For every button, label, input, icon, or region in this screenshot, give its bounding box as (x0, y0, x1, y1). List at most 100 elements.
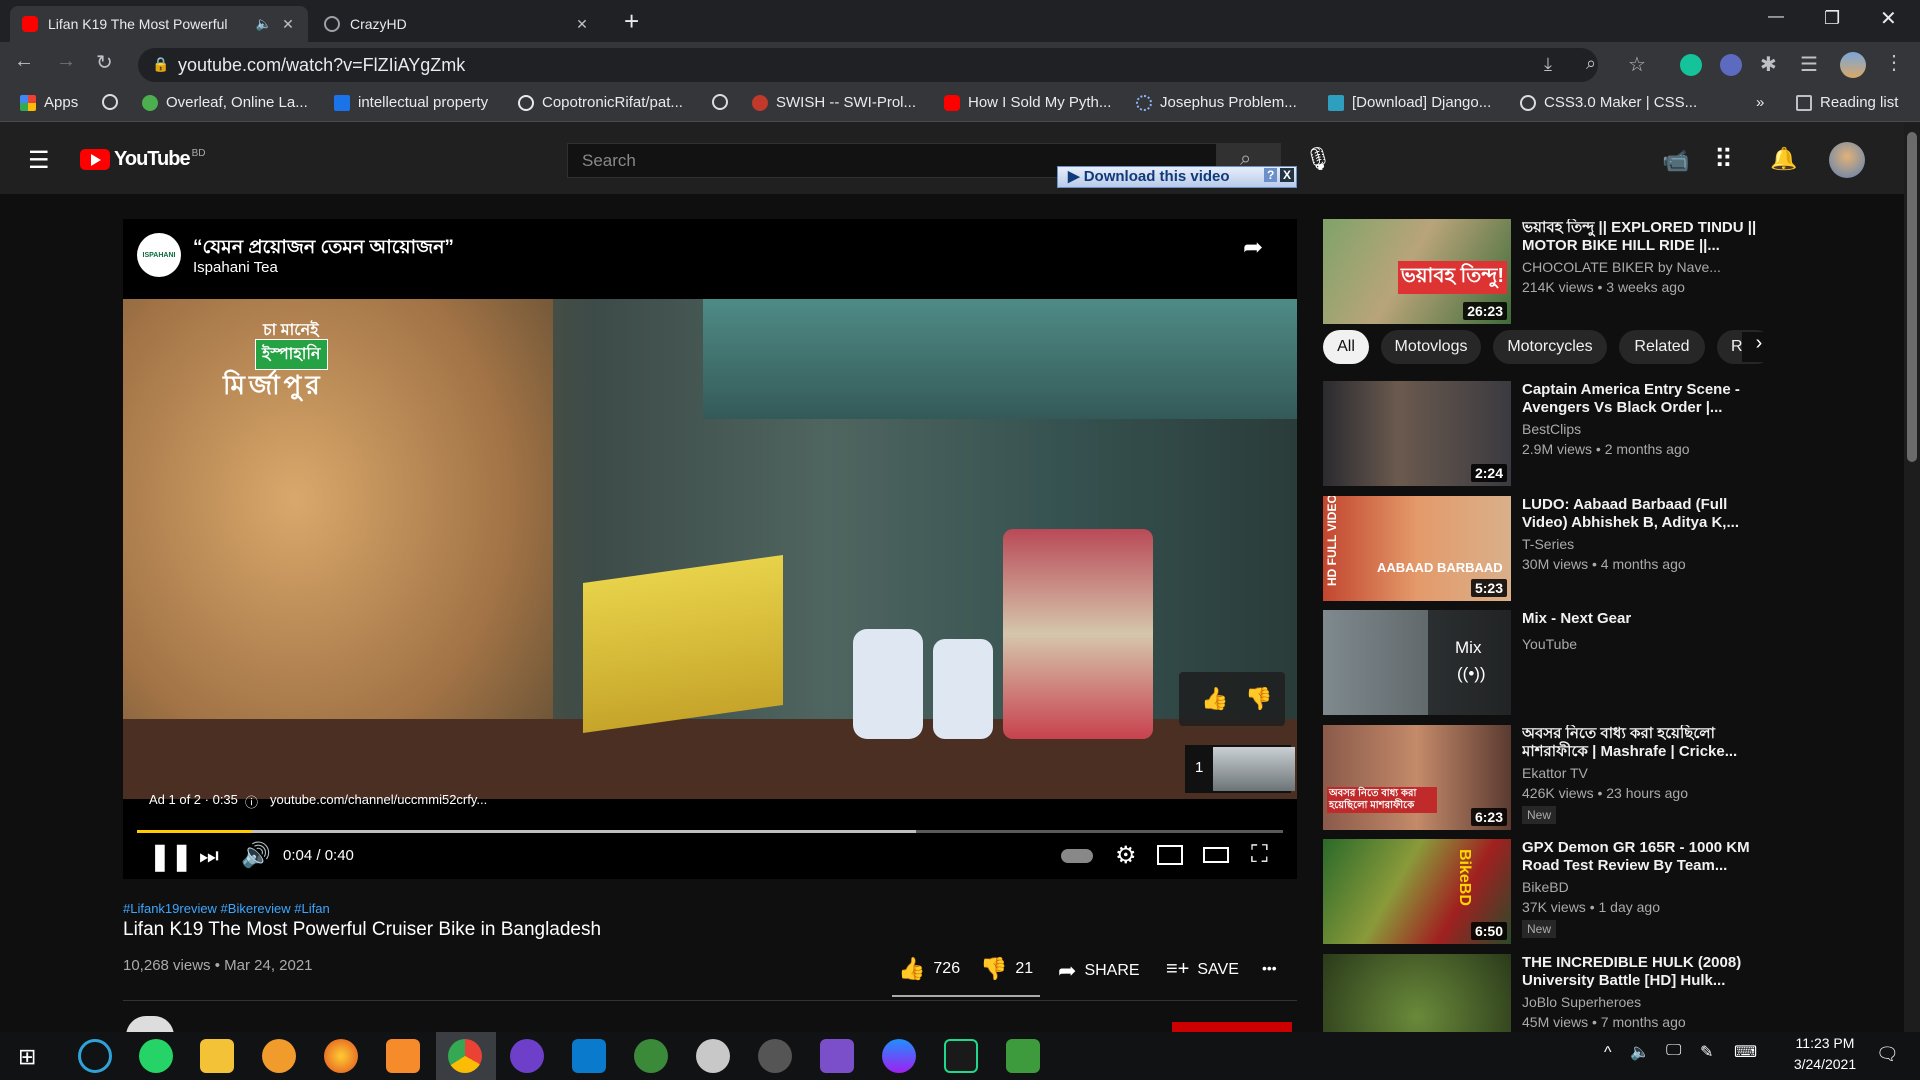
bookmark-josephus[interactable]: Josephus Problem... (1136, 94, 1297, 111)
recommendation-item[interactable]: HD FULL VIDEO AABAAD BARBAAD 5:23 LUDO: … (1323, 496, 1763, 604)
address-bar[interactable]: 🔒 youtube.com/watch?v=FlZIiAYgZmk ⤓ ⌕ ☆ (138, 48, 1646, 82)
minimize-button[interactable]: — (1768, 8, 1784, 26)
network-tray-icon[interactable]: 🖵 (1666, 1042, 1681, 1060)
close-tab-icon[interactable]: ✕ (574, 16, 590, 33)
bookmark-css-maker[interactable]: CSS3.0 Maker | CSS... (1520, 94, 1697, 111)
bookmark-intellectual-property[interactable]: intellectual property (334, 94, 488, 111)
download-video-bar[interactable]: ▶ Download this video ? X (1057, 166, 1297, 188)
fullscreen-icon[interactable]: ⛶ (1251, 841, 1268, 869)
chrome-menu-icon[interactable]: ⋮ (1884, 50, 1904, 75)
firefox-icon[interactable] (324, 1039, 358, 1073)
recommendation-item[interactable]: ভয়াবহ তিন্দু! 26:23 ভয়াবহ তিন্দু || EX… (1323, 219, 1763, 327)
download-help-button[interactable]: ? (1264, 168, 1278, 182)
file-explorer-icon[interactable] (200, 1039, 234, 1073)
chip-motovlogs[interactable]: Motovlogs (1381, 330, 1481, 364)
pycharm-icon[interactable] (944, 1039, 978, 1073)
zoom-icon[interactable]: ⌕ (1586, 53, 1596, 74)
extension-icon[interactable] (1720, 54, 1742, 76)
ad-channel-logo[interactable]: ISPAHANI (137, 233, 181, 277)
recommendation-item[interactable]: অবসর নিতে বাধ্য করা হয়েছিলো মাশরাফীকে 6… (1323, 725, 1763, 833)
youtube-logo[interactable]: YouTube BD (80, 148, 205, 171)
recommendation-item[interactable]: BikeBD 6:50 GPX Demon GR 165R - 1000 KM … (1323, 839, 1763, 947)
pen-tray-icon[interactable]: ✎ (1700, 1042, 1713, 1062)
visual-studio-icon[interactable] (820, 1039, 854, 1073)
tab-crazyhd[interactable]: CrazyHD ✕ (312, 6, 602, 42)
reading-list-button[interactable]: Reading list (1796, 94, 1898, 111)
app-icon[interactable] (634, 1039, 668, 1073)
video-frame[interactable]: চা মানেই ইস্পাহানি মির্জাপুর (123, 299, 1297, 799)
bookmark-django[interactable]: [Download] Django... (1328, 94, 1491, 111)
windows-start-icon[interactable]: ⊞ (18, 1044, 36, 1070)
close-tab-icon[interactable]: ✕ (280, 16, 296, 33)
search-app-icon[interactable] (78, 1039, 112, 1073)
recommendation-item[interactable]: THE INCREDIBLE HULK (2008) University Ba… (1323, 954, 1763, 1032)
create-video-icon[interactable]: 📹 (1662, 148, 1689, 174)
profile-avatar[interactable] (1840, 52, 1866, 78)
app-icon[interactable] (696, 1039, 730, 1073)
pause-icon[interactable]: ❚❚ (149, 841, 193, 872)
vscode-icon[interactable] (572, 1039, 606, 1073)
github-desktop-icon[interactable] (510, 1039, 544, 1073)
thumbs-down-icon[interactable]: 👎 (1245, 686, 1272, 712)
tab-youtube[interactable]: Lifan K19 The Most Powerful 🔈 ✕ (10, 6, 308, 42)
miniplayer-icon[interactable] (1157, 845, 1183, 865)
close-window-button[interactable]: ✕ (1880, 6, 1897, 31)
download-close-button[interactable]: X (1280, 168, 1295, 182)
media-controls-icon[interactable]: ☰ (1800, 52, 1818, 77)
notifications-bell-icon[interactable]: 🔔 (1770, 146, 1797, 172)
speaker-icon[interactable]: 🔈 (256, 16, 272, 32)
back-arrow-icon[interactable]: ← (14, 50, 34, 73)
chip-all[interactable]: All (1323, 330, 1369, 364)
info-icon[interactable]: ⓘ (245, 792, 258, 811)
app-icon[interactable] (386, 1039, 420, 1073)
bookmark-youtube[interactable]: How I Sold My Pyth... (944, 94, 1111, 111)
chevron-right-icon[interactable]: › (1742, 332, 1776, 362)
grammarly-extension-icon[interactable] (1680, 54, 1702, 76)
bookmark-overleaf[interactable]: Overleaf, Online La... (142, 94, 308, 111)
lock-icon[interactable]: 🔒 (152, 56, 169, 73)
new-tab-button[interactable]: + (624, 6, 639, 37)
maximize-button[interactable]: ❐ (1824, 8, 1840, 29)
share-arrow-icon[interactable]: ➦ (1243, 233, 1263, 262)
bookmark-star-icon[interactable]: ☆ (1628, 52, 1646, 77)
thumbs-up-icon[interactable]: 👍 (1201, 686, 1228, 712)
install-icon[interactable]: ⤓ (1544, 54, 1552, 75)
ad-url-link[interactable]: youtube.com/channel/uccmmi52crfy... (270, 792, 487, 807)
chip-motorcycles[interactable]: Motorcycles (1493, 330, 1607, 364)
video-hashtags[interactable]: #Lifank19review #Bikereview #Lifan (123, 901, 330, 916)
messenger-icon[interactable] (882, 1039, 916, 1073)
subscribe-button[interactable] (1172, 1022, 1292, 1032)
seek-bar[interactable] (137, 830, 1283, 833)
share-button[interactable]: ➦ SHARE (1058, 958, 1140, 984)
notifications-icon[interactable]: 🗨 (1876, 1044, 1899, 1065)
settings-gear-icon[interactable]: ⚙ (1115, 841, 1137, 870)
forward-arrow-icon[interactable]: → (56, 50, 76, 73)
bookmarks-overflow-button[interactable]: » (1756, 94, 1764, 111)
microphone-icon[interactable]: 🎙 (1304, 146, 1332, 172)
up-next-queue[interactable]: 1 (1185, 745, 1295, 793)
whatsapp-icon[interactable] (139, 1039, 173, 1073)
puzzle-extensions-icon[interactable]: ✱ (1760, 52, 1777, 77)
dislike-button[interactable]: 👎 21 (980, 956, 1033, 982)
next-icon[interactable]: ⏭ (199, 843, 219, 869)
page-scrollbar[interactable] (1904, 122, 1920, 1032)
hamburger-menu-icon[interactable]: ☰ (28, 146, 50, 175)
save-button[interactable]: ≡+ SAVE (1166, 958, 1239, 981)
like-button[interactable]: 👍 726 (898, 956, 960, 982)
bookmark-apps[interactable]: Apps (20, 94, 78, 111)
reload-icon[interactable]: ↻ (96, 50, 113, 75)
bookmark-github[interactable]: CopotronicRifat/pat... (518, 94, 683, 111)
account-avatar[interactable] (1829, 142, 1865, 178)
theater-mode-icon[interactable] (1203, 847, 1229, 863)
bookmark-globe[interactable] (102, 94, 126, 110)
recommendation-item[interactable]: Mix ((•)) Mix - Next Gear YouTube (1323, 610, 1763, 718)
volume-tray-icon[interactable]: 🔈 (1630, 1042, 1650, 1062)
ad-channel-name[interactable]: Ispahani Tea (193, 259, 278, 276)
chrome-icon[interactable] (448, 1039, 482, 1073)
clock-date[interactable]: 3/24/2021 (1780, 1056, 1870, 1072)
autoplay-toggle[interactable] (1061, 849, 1093, 863)
more-actions-button[interactable]: ••• (1262, 960, 1277, 976)
recommendation-item[interactable]: 2:24 Captain America Entry Scene - Aveng… (1323, 381, 1763, 489)
app-icon[interactable] (262, 1039, 296, 1073)
app-icon[interactable] (758, 1039, 792, 1073)
